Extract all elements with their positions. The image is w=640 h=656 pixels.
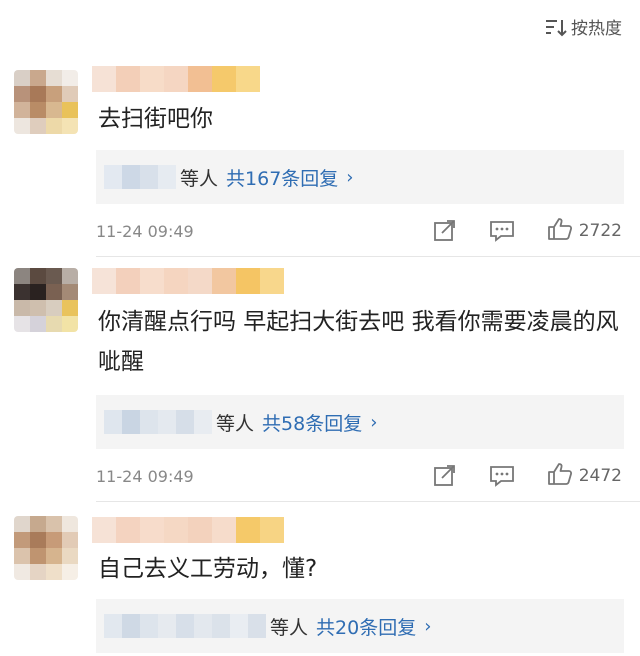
replies-summary[interactable]: 等人 共58条回复 › <box>96 395 624 449</box>
avatar[interactable] <box>14 268 78 332</box>
replies-summary[interactable]: 等人 共20条回复 › <box>96 599 624 653</box>
comment-icon[interactable] <box>489 220 515 242</box>
replier-names-blurred <box>104 614 266 638</box>
reply-count: 共20条回复 <box>316 616 417 639</box>
comment-text: 自己去义工劳动，懂? <box>98 556 318 582</box>
replier-names-blurred <box>104 165 176 189</box>
repost-icon[interactable] <box>433 220 457 242</box>
like-count: 2472 <box>578 466 622 486</box>
sort-by-heat-button[interactable]: 按热度 <box>545 14 622 39</box>
comment-icon[interactable] <box>489 465 515 487</box>
divider <box>96 256 640 257</box>
avatar[interactable] <box>14 516 78 580</box>
thumbs-up-icon <box>547 462 573 490</box>
reply-suffix: 等人 <box>180 167 219 190</box>
reply-suffix: 等人 <box>216 412 255 435</box>
replies-summary[interactable]: 等人 共167条回复 › <box>96 150 624 204</box>
reply-suffix: 等人 <box>270 616 309 639</box>
replier-names-blurred <box>104 410 212 434</box>
reply-count: 共167条回复 <box>226 167 339 190</box>
repost-icon[interactable] <box>433 465 457 487</box>
avatar[interactable] <box>14 70 78 134</box>
comment-text: 你清醒点行吗 早起扫大街去吧 我看你需要凌晨的风呲醒 <box>98 309 619 375</box>
sort-label: 按热度 <box>571 19 622 39</box>
chevron-right-icon: › <box>370 411 378 433</box>
reply-count: 共58条回复 <box>262 412 363 435</box>
like-button[interactable]: 2472 <box>547 462 622 490</box>
like-button[interactable]: 2722 <box>547 217 622 245</box>
timestamp: 11-24 09:49 <box>96 221 194 241</box>
comment-meta: 11-24 09:49 2722 <box>96 216 622 246</box>
username-blurred[interactable] <box>92 66 260 92</box>
username-blurred[interactable] <box>92 517 284 543</box>
sort-icon <box>545 17 567 37</box>
username-blurred[interactable] <box>92 268 284 294</box>
comment-text: 去扫街吧你 <box>98 106 213 132</box>
thumbs-up-icon <box>547 217 573 245</box>
divider <box>96 501 640 502</box>
comment-meta: 11-24 09:49 2472 <box>96 461 622 491</box>
chevron-right-icon: › <box>424 615 432 637</box>
chevron-right-icon: › <box>346 166 354 188</box>
timestamp: 11-24 09:49 <box>96 466 194 486</box>
like-count: 2722 <box>578 221 622 241</box>
